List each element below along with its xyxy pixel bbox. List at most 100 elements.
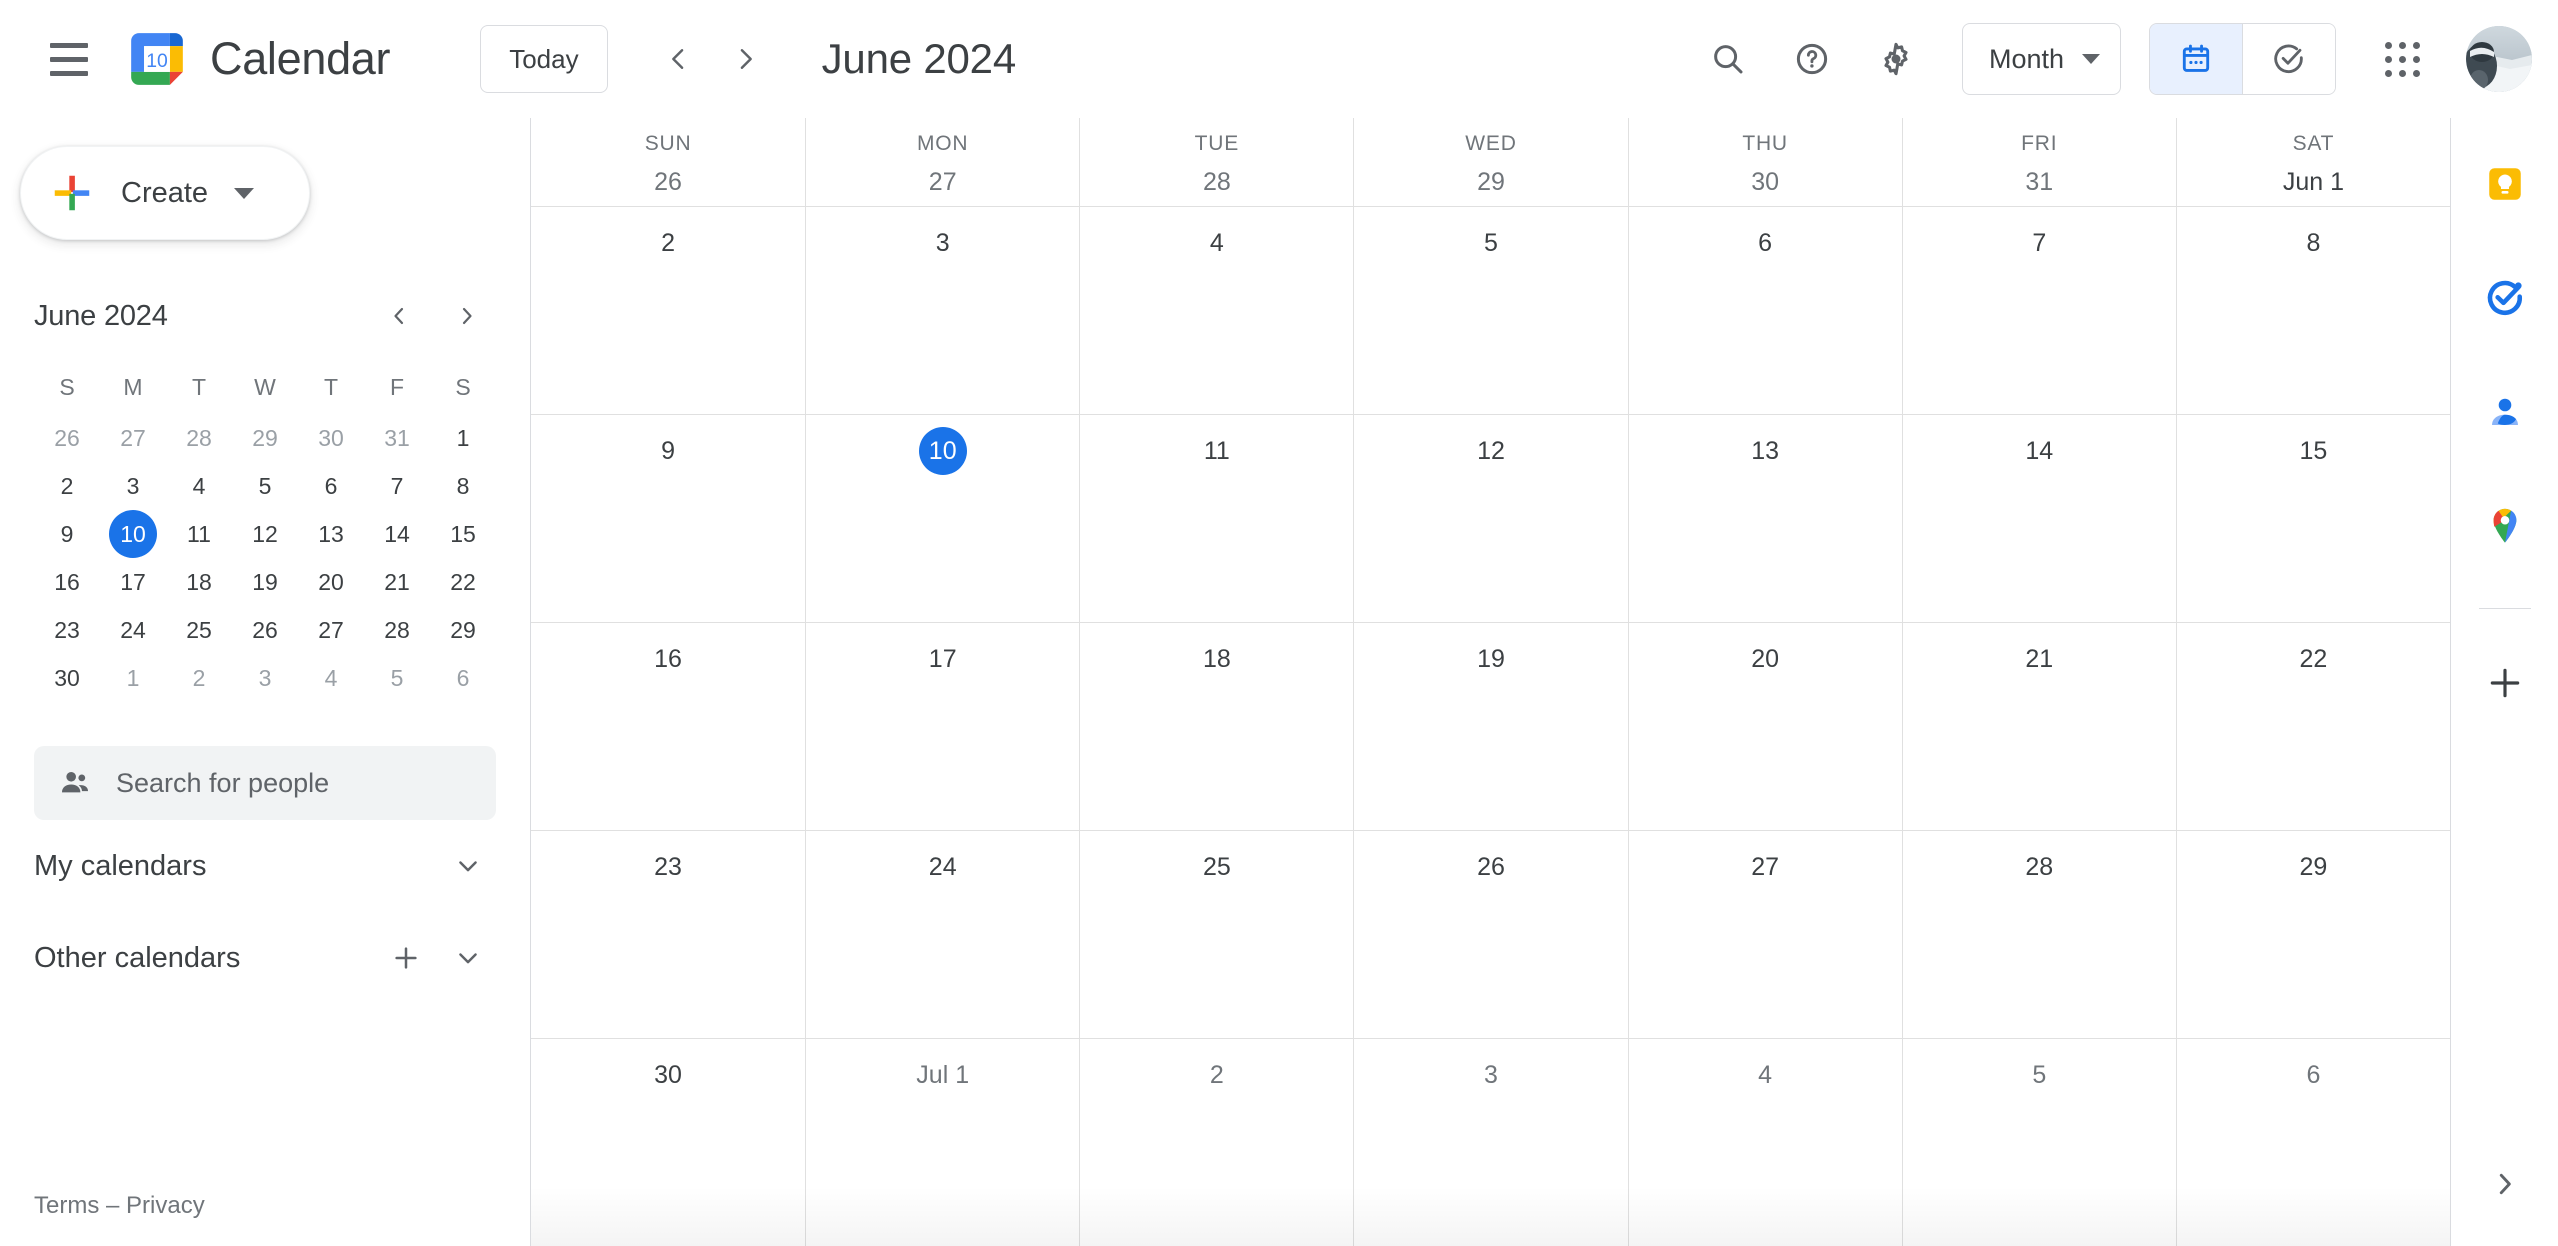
day-number[interactable]: 31 [2015, 158, 2063, 206]
mini-calendar-day[interactable]: 17 [100, 558, 166, 606]
mini-calendar-day[interactable]: 6 [430, 654, 496, 702]
mini-calendar-day[interactable]: 29 [430, 606, 496, 654]
day-cell[interactable]: 26 [1353, 831, 1627, 1038]
day-cell[interactable]: 2 [531, 207, 805, 414]
mini-calendar-day[interactable]: 30 [34, 654, 100, 702]
mini-calendar-day[interactable]: 31 [364, 414, 430, 462]
day-column-header[interactable]: SUN 26 [531, 118, 805, 206]
day-cell[interactable]: 19 [1353, 623, 1627, 830]
day-cell[interactable]: 2 [1079, 1039, 1353, 1246]
day-cell[interactable]: 16 [531, 623, 805, 830]
tasks-view-toggle[interactable] [2243, 24, 2335, 94]
mini-calendar-day[interactable]: 27 [298, 606, 364, 654]
mini-calendar-day[interactable]: 26 [34, 414, 100, 462]
mini-calendar-day[interactable]: 26 [232, 606, 298, 654]
day-cell[interactable]: 27 [1627, 831, 1902, 1038]
day-number[interactable]: 28 [1193, 158, 1241, 206]
mini-calendar-day[interactable]: 4 [166, 462, 232, 510]
day-cell[interactable]: 18 [1079, 623, 1353, 830]
day-number[interactable]: 26 [644, 158, 692, 206]
day-cell[interactable]: 12 [1353, 415, 1627, 622]
today-button[interactable]: Today [480, 25, 608, 93]
mini-calendar-day[interactable]: 23 [34, 606, 100, 654]
day-number[interactable]: 5 [2015, 1051, 2063, 1099]
day-cell[interactable]: 24 [805, 831, 1079, 1038]
mini-calendar-day[interactable]: 2 [34, 462, 100, 510]
day-number[interactable]: 15 [2289, 427, 2337, 475]
calendar-view-toggle[interactable] [2150, 24, 2242, 94]
day-cell[interactable]: 23 [531, 831, 805, 1038]
google-maps-button[interactable] [2465, 486, 2545, 566]
day-number[interactable]: 17 [919, 635, 967, 683]
day-number[interactable]: 4 [1741, 1051, 1789, 1099]
avatar[interactable] [2466, 26, 2532, 92]
mini-calendar-day[interactable]: 30 [298, 414, 364, 462]
day-number[interactable]: 21 [2015, 635, 2063, 683]
mini-calendar-day[interactable]: 1 [430, 414, 496, 462]
mini-calendar-day[interactable]: 25 [166, 606, 232, 654]
day-number[interactable]: Jul 1 [910, 1051, 975, 1099]
day-cell[interactable]: 28 [1901, 831, 2176, 1038]
search-button[interactable] [1688, 19, 1768, 99]
mini-calendar-day[interactable]: 19 [232, 558, 298, 606]
mini-calendar-day[interactable]: 3 [100, 462, 166, 510]
my-calendars-expand-button[interactable] [440, 838, 496, 894]
day-number[interactable]: 26 [1467, 843, 1515, 891]
mini-calendar-day[interactable]: 28 [364, 606, 430, 654]
day-column-header[interactable]: MON 27 [805, 118, 1079, 206]
mini-calendar-day[interactable]: 22 [430, 558, 496, 606]
day-number[interactable]: 30 [644, 1051, 692, 1099]
day-number[interactable]: 29 [2289, 843, 2337, 891]
next-period-button[interactable] [712, 25, 780, 93]
day-number[interactable]: 4 [1193, 219, 1241, 267]
day-number[interactable]: 18 [1193, 635, 1241, 683]
mini-calendar-day[interactable]: 11 [166, 510, 232, 558]
sidebar-section-my-calendars[interactable]: My calendars [34, 820, 496, 912]
mini-calendar-day[interactable]: 7 [364, 462, 430, 510]
day-number[interactable]: 3 [1467, 1051, 1515, 1099]
day-cell[interactable]: 9 [531, 415, 805, 622]
day-number[interactable]: 20 [1741, 635, 1789, 683]
mini-calendar-day[interactable]: 6 [298, 462, 364, 510]
mini-calendar-day[interactable]: 5 [232, 462, 298, 510]
day-cell[interactable]: 4 [1627, 1039, 1902, 1246]
day-number[interactable]: Jun 1 [2277, 158, 2350, 206]
day-cell[interactable]: 29 [2175, 831, 2450, 1038]
search-for-people-input[interactable]: Search for people [34, 746, 496, 820]
mini-calendar-day[interactable]: 5 [364, 654, 430, 702]
day-number[interactable]: 6 [2289, 1051, 2337, 1099]
day-column-header[interactable]: TUE 28 [1079, 118, 1353, 206]
mini-calendar-day[interactable]: 4 [298, 654, 364, 702]
day-number[interactable]: 13 [1741, 427, 1789, 475]
day-cell[interactable]: 15 [2175, 415, 2450, 622]
day-number[interactable]: 2 [644, 219, 692, 267]
day-cell[interactable]: 8 [2175, 207, 2450, 414]
google-tasks-button[interactable] [2465, 258, 2545, 338]
day-cell[interactable]: 21 [1901, 623, 2176, 830]
day-column-header[interactable]: WED 29 [1353, 118, 1627, 206]
day-cell[interactable]: 14 [1901, 415, 2176, 622]
day-cell[interactable]: 25 [1079, 831, 1353, 1038]
day-number[interactable]: 19 [1467, 635, 1515, 683]
day-number[interactable]: 29 [1467, 158, 1515, 206]
mini-calendar-day[interactable]: 20 [298, 558, 364, 606]
day-number[interactable]: 11 [1193, 427, 1241, 475]
help-button[interactable] [1772, 19, 1852, 99]
day-cell[interactable]: Jul 1 [805, 1039, 1079, 1246]
google-apps-button[interactable] [2362, 19, 2442, 99]
mini-calendar-day[interactable]: 13 [298, 510, 364, 558]
day-cell[interactable]: 30 [531, 1039, 805, 1246]
day-cell[interactable]: 17 [805, 623, 1079, 830]
day-cell[interactable]: 5 [1901, 1039, 2176, 1246]
day-cell[interactable]: 20 [1627, 623, 1902, 830]
day-cell[interactable]: 7 [1901, 207, 2176, 414]
day-number[interactable]: 30 [1741, 158, 1789, 206]
day-number[interactable]: 9 [644, 427, 692, 475]
day-cell[interactable]: 3 [805, 207, 1079, 414]
calendar-logo-link[interactable]: 10 Calendar [126, 28, 391, 90]
terms-privacy-link[interactable]: Terms – Privacy [34, 1192, 205, 1219]
day-number[interactable]: 2 [1193, 1051, 1241, 1099]
mini-calendar-day[interactable]: 16 [34, 558, 100, 606]
google-contacts-button[interactable] [2465, 372, 2545, 452]
mini-calendar-day[interactable]: 1 [100, 654, 166, 702]
